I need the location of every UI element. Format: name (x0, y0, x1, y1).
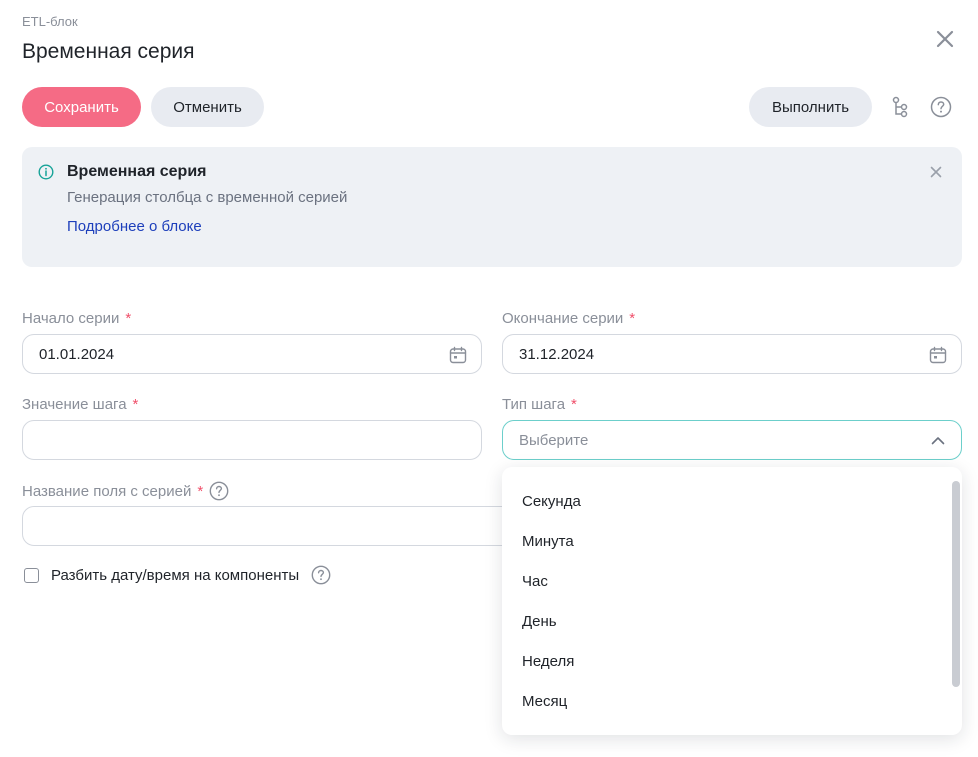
help-icon[interactable] (209, 481, 229, 501)
cancel-button[interactable]: Отменить (151, 87, 264, 127)
required-asterisk: * (197, 482, 204, 500)
calendar-icon[interactable] (449, 346, 467, 364)
info-icon (38, 164, 54, 180)
chevron-up-icon[interactable] (929, 432, 947, 450)
close-banner-icon[interactable] (928, 164, 944, 180)
step-value-label: Значение шага * (22, 396, 139, 413)
field-name-input[interactable] (22, 506, 522, 546)
step-type-select[interactable]: Выберите (502, 420, 962, 460)
required-asterisk: * (125, 310, 132, 327)
more-info-link[interactable]: Подробнее о блоке (67, 218, 202, 235)
option-minute[interactable]: Минута (522, 533, 574, 550)
save-button[interactable]: Сохранить (22, 87, 141, 127)
step-value-input[interactable] (22, 420, 482, 460)
required-asterisk: * (571, 396, 577, 413)
option-day[interactable]: День (522, 613, 557, 630)
help-icon[interactable] (930, 96, 952, 118)
start-date-label: Начало серии * (22, 310, 132, 327)
end-date-input[interactable]: 31.12.2024 (502, 334, 962, 374)
split-datetime-label: Разбить дату/время на компоненты (51, 566, 300, 584)
info-description: Генерация столбца с временной серией (67, 189, 348, 206)
page-title: Временная серия (22, 40, 195, 63)
info-title: Временная серия (67, 163, 207, 180)
run-button[interactable]: Выполнить (749, 87, 872, 127)
close-icon[interactable] (932, 26, 958, 52)
option-hour[interactable]: Час (522, 573, 548, 590)
end-date-label: Окончание серии * (502, 310, 636, 327)
help-icon[interactable] (311, 565, 331, 585)
calendar-icon[interactable] (929, 346, 947, 364)
info-banner: Временная серия Генерация столбца с врем… (22, 147, 962, 267)
required-asterisk: * (629, 310, 636, 327)
start-date-input[interactable]: 01.01.2024 (22, 334, 482, 374)
block-type-eyebrow: ETL-блок (22, 14, 78, 29)
field-name-label: Название поля с серией * (22, 481, 229, 501)
lineage-tree-icon[interactable] (890, 96, 912, 118)
dropdown-scrollbar[interactable] (952, 481, 960, 687)
option-second[interactable]: Секунда (522, 493, 581, 510)
option-week[interactable]: Неделя (522, 653, 574, 670)
option-month[interactable]: Месяц (522, 693, 567, 710)
split-datetime-checkbox[interactable] (24, 567, 39, 583)
step-type-label: Тип шага * (502, 396, 577, 413)
step-type-dropdown: Секунда Минута Час День Неделя Месяц (502, 467, 962, 735)
required-asterisk: * (132, 396, 139, 413)
split-datetime-row[interactable]: Разбить дату/время на компоненты (24, 565, 331, 585)
